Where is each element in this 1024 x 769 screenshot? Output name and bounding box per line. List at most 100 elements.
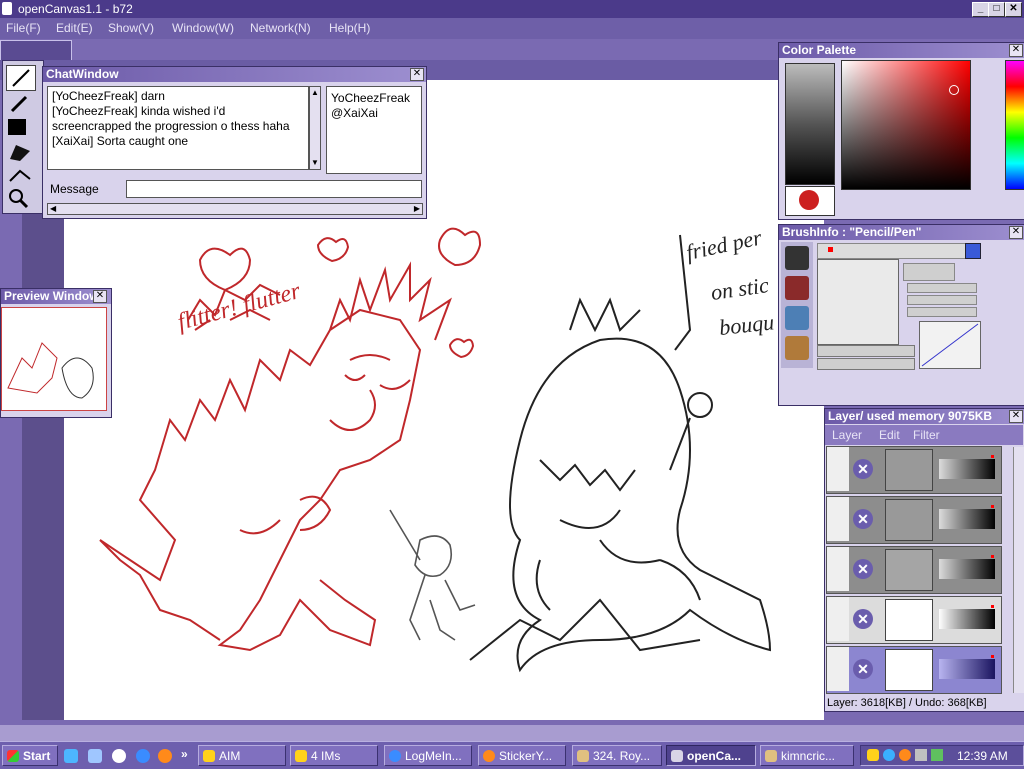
preview-window-close-button[interactable]: ✕	[93, 290, 107, 303]
layer-menu-filter[interactable]: Filter	[913, 428, 940, 442]
brush-shape-selector[interactable]	[903, 263, 955, 281]
layer-visibility-icon[interactable]	[827, 647, 849, 691]
water-brush-icon[interactable]	[785, 306, 809, 330]
taskbar-button-roy[interactable]: 324. Roy...	[572, 745, 662, 766]
brush-param-slider[interactable]	[907, 295, 977, 305]
layer-row[interactable]: ✕	[826, 596, 1002, 644]
tray-app-icon[interactable]	[931, 749, 943, 761]
scroll-left-icon[interactable]: ◀	[50, 204, 56, 214]
browser-icon	[389, 750, 401, 762]
menu-file[interactable]: File(F)	[6, 21, 41, 35]
minimize-button[interactable]: _	[972, 2, 989, 17]
quicklaunch-desktop-icon[interactable]	[88, 749, 102, 763]
layer-visibility-icon[interactable]	[827, 547, 849, 591]
brush-info-close-button[interactable]: ✕	[1009, 226, 1023, 239]
menu-network[interactable]: Network(N)	[250, 21, 311, 35]
taskbar-button-opencanvas[interactable]: openCa...	[666, 745, 756, 766]
chat-window: ChatWindow ✕ [YoCheezFreak] darn [YoChee…	[42, 66, 427, 219]
brush-opacity-slider[interactable]	[817, 358, 915, 370]
taskbar-button-stickery[interactable]: StickerY...	[478, 745, 566, 766]
app-icon	[577, 750, 589, 762]
lasso-tool-icon[interactable]	[6, 139, 34, 163]
brush-tabs[interactable]	[817, 243, 969, 259]
layer-opacity-gradient[interactable]	[939, 459, 995, 479]
scroll-up-icon[interactable]: ▲	[310, 87, 320, 99]
color-picker-cursor[interactable]	[949, 85, 959, 95]
marker-brush-icon[interactable]	[785, 276, 809, 300]
line-tool-icon[interactable]	[6, 165, 34, 185]
scroll-right-icon[interactable]: ▶	[414, 204, 420, 214]
brush-size-slider[interactable]	[817, 345, 915, 357]
layer-visibility-icon[interactable]	[827, 497, 849, 541]
tray-network-icon[interactable]	[883, 749, 895, 761]
layer-panel-close-button[interactable]: ✕	[1009, 410, 1023, 423]
black-note-2: on stic	[709, 272, 770, 305]
zoom-tool-icon[interactable]	[6, 187, 30, 209]
maximize-button[interactable]: □	[988, 2, 1005, 17]
layer-delete-icon[interactable]: ✕	[853, 559, 873, 579]
menu-edit[interactable]: Edit(E)	[56, 21, 93, 35]
brush-preview	[817, 259, 899, 345]
tray-firefox-icon[interactable]	[899, 749, 911, 761]
layer-delete-icon[interactable]: ✕	[853, 509, 873, 529]
user-list-item[interactable]: YoCheezFreak	[331, 91, 417, 106]
chat-log-scrollbar[interactable]: ▲ ▼	[309, 86, 321, 170]
app-icon[interactable]	[2, 2, 12, 15]
eyedropper-tool-icon[interactable]	[6, 91, 34, 115]
taskbar-button-aim[interactable]: AIM	[198, 745, 286, 766]
layer-row[interactable]: ✕	[826, 496, 1002, 544]
fill-color-icon[interactable]	[8, 119, 26, 135]
layer-marker	[991, 605, 994, 608]
layer-opacity-gradient[interactable]	[939, 609, 995, 629]
preview-thumbnail[interactable]	[1, 307, 107, 411]
pressure-curve-graph[interactable]	[919, 321, 981, 369]
menu-window[interactable]: Window(W)	[172, 21, 234, 35]
save-brush-icon[interactable]	[965, 243, 981, 259]
chat-horizontal-scrollbar[interactable]: ◀ ▶	[47, 203, 423, 215]
layer-row[interactable]: ✕	[826, 446, 1002, 494]
current-color-box[interactable]	[785, 186, 835, 216]
layer-menu-edit[interactable]: Edit	[879, 428, 900, 442]
pencil-brush-icon[interactable]	[785, 246, 809, 270]
saturation-value-picker[interactable]	[841, 60, 971, 190]
taskbar-button-kimncric[interactable]: kimncric...	[760, 745, 854, 766]
scroll-down-icon[interactable]: ▼	[310, 157, 320, 169]
message-input[interactable]	[126, 180, 422, 198]
chat-window-close-button[interactable]: ✕	[410, 68, 424, 81]
menu-show[interactable]: Show(V)	[108, 21, 154, 35]
layer-delete-icon[interactable]: ✕	[853, 659, 873, 679]
layer-visibility-icon[interactable]	[827, 597, 849, 641]
tray-aim-icon[interactable]	[867, 749, 879, 761]
brush-param-slider[interactable]	[907, 307, 977, 317]
taskbar-button-ims[interactable]: 4 IMs	[290, 745, 378, 766]
clock[interactable]: 12:39 AM	[957, 749, 1008, 763]
layer-delete-icon[interactable]: ✕	[853, 459, 873, 479]
close-button[interactable]: ✕	[1005, 2, 1022, 17]
layer-delete-icon[interactable]: ✕	[853, 609, 873, 629]
layer-opacity-gradient[interactable]	[939, 559, 995, 579]
brush-info-panel: BrushInfo : "Pencil/Pen" ✕	[778, 224, 1024, 406]
brush-param-slider[interactable]	[907, 283, 977, 293]
quicklaunch-media-icon[interactable]	[112, 749, 126, 763]
pen-tool-icon[interactable]	[6, 65, 36, 91]
layer-row-selected[interactable]: ✕	[826, 646, 1002, 694]
quicklaunch-firefox-icon[interactable]	[158, 749, 172, 763]
user-list-item[interactable]: @XaiXai	[331, 106, 417, 121]
layer-visibility-icon[interactable]	[827, 447, 849, 491]
quicklaunch-ie-icon[interactable]	[64, 749, 78, 763]
grayscale-swatches[interactable]	[785, 63, 835, 185]
start-button[interactable]: Start	[2, 745, 58, 766]
layer-opacity-gradient[interactable]	[939, 659, 995, 679]
layer-menu-layer[interactable]: Layer	[832, 428, 862, 442]
layer-row[interactable]: ✕	[826, 546, 1002, 594]
layer-opacity-gradient[interactable]	[939, 509, 995, 529]
quicklaunch-browser-icon[interactable]	[136, 749, 150, 763]
menu-help[interactable]: Help(H)	[329, 21, 370, 35]
tray-media-icon[interactable]	[915, 749, 927, 761]
hue-slider[interactable]	[1005, 60, 1024, 190]
airbrush-icon[interactable]	[785, 336, 809, 360]
layer-list-scrollbar[interactable]	[1013, 447, 1024, 693]
quicklaunch-more-icon[interactable]: »	[181, 747, 188, 761]
color-palette-close-button[interactable]: ✕	[1009, 44, 1023, 57]
taskbar-button-logmein[interactable]: LogMeIn...	[384, 745, 472, 766]
